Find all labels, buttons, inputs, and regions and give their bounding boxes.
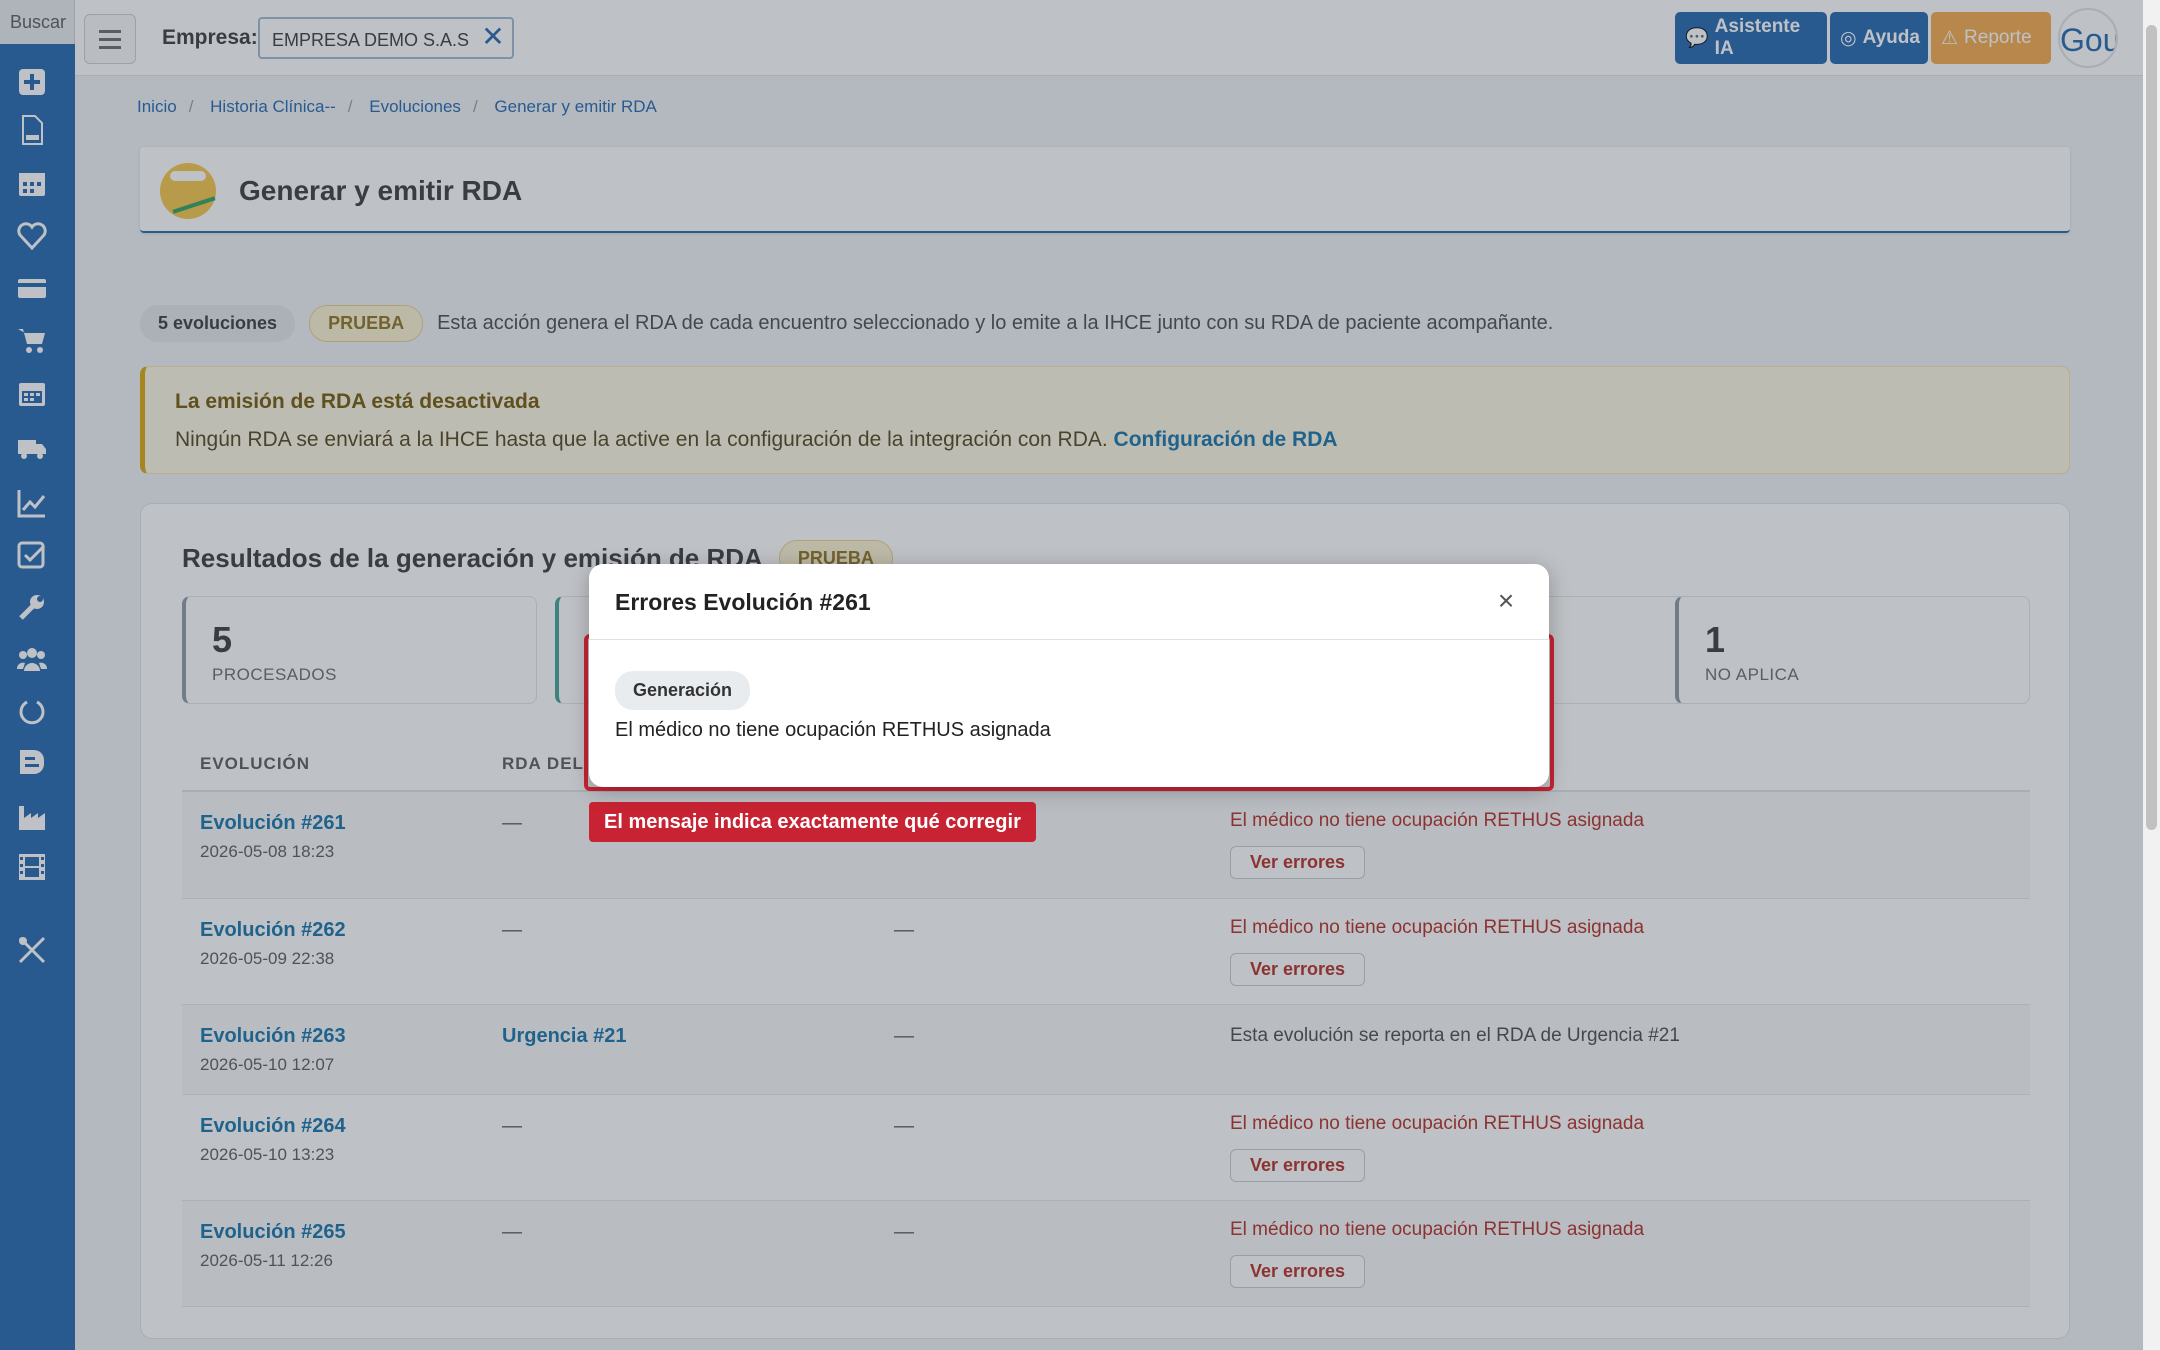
scrollbar-thumb[interactable]	[2146, 25, 2157, 830]
page-scrollbar[interactable]	[2143, 0, 2160, 1350]
error-category-badge: Generación	[615, 671, 751, 710]
modal-title: Errores Evolución #261	[615, 589, 871, 615]
highlight-label: El mensaje indica exactamente qué correg…	[589, 802, 1036, 842]
modal-error-message: El médico no tiene ocupación RETHUS asig…	[615, 719, 1051, 741]
modal-header: Errores Evolución #261 ×	[589, 564, 1549, 640]
close-icon[interactable]: ×	[1489, 584, 1523, 618]
errors-modal: Errores Evolución #261 × Generación El m…	[589, 564, 1549, 787]
